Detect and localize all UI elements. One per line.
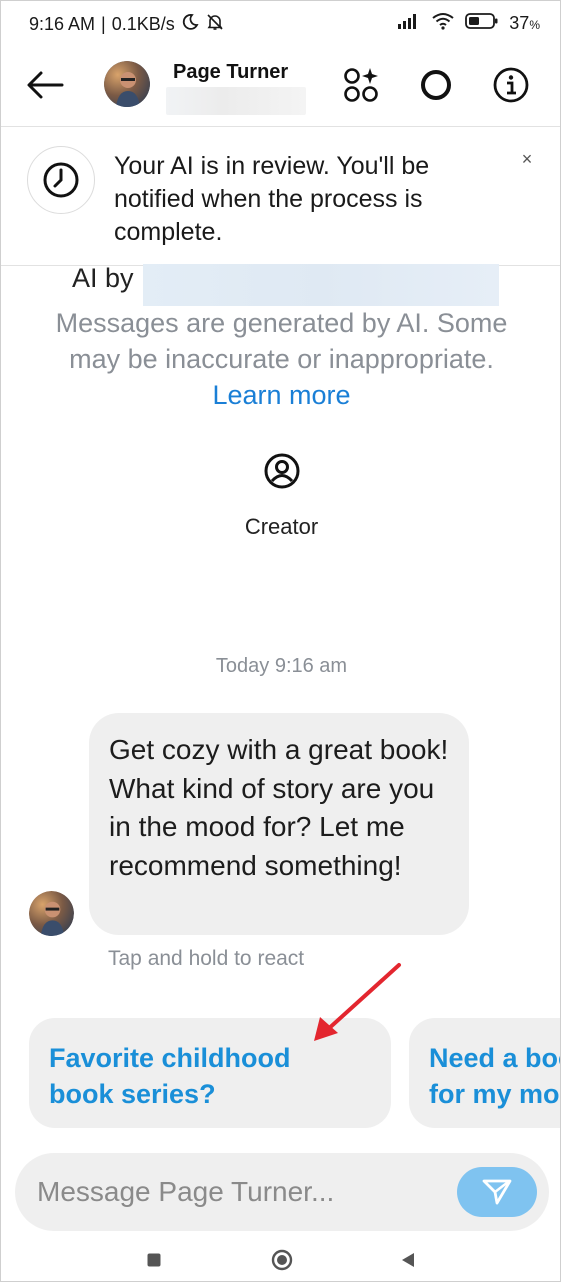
chat-title: Page Turner <box>173 61 289 83</box>
close-banner-button[interactable]: × <box>516 148 538 170</box>
status-time: 9:16 AM <box>29 14 96 34</box>
suggestion-chip[interactable]: Favorite childhood book series? <box>29 1018 391 1128</box>
chat-header: Page Turner <box>1 45 560 127</box>
signal-icon <box>397 12 421 35</box>
battery-percent: 37 <box>509 13 530 33</box>
back-arrow-icon <box>27 71 64 99</box>
message-text: Get cozy with a great book! What kind of… <box>109 734 449 881</box>
send-button[interactable] <box>457 1167 537 1217</box>
message-avatar[interactable] <box>29 891 74 936</box>
review-banner: Your AI is in review. You'll be notified… <box>1 128 560 266</box>
review-message: Your AI is in review. You'll be notified… <box>114 152 430 246</box>
blurred-creator-name <box>143 264 499 306</box>
message-timestamp: Today 9:16 am <box>215 655 348 677</box>
muted-icon <box>205 12 225 37</box>
home-circle-icon <box>271 1249 293 1271</box>
battery-icon <box>465 12 499 35</box>
ai-studio-icon <box>344 68 378 102</box>
home-button[interactable] <box>267 1245 297 1275</box>
system-nav-bar <box>1 1237 560 1281</box>
creator-label[interactable]: Creator <box>1 514 560 540</box>
blurred-subtitle <box>166 87 306 115</box>
back-button[interactable] <box>23 63 67 107</box>
moon-icon <box>181 13 199 36</box>
suggestion-text: Need a book for my mood <box>429 1043 560 1109</box>
send-icon <box>482 1179 512 1205</box>
square-icon <box>147 1253 161 1267</box>
wifi-icon <box>431 12 455 35</box>
ai-message-bubble[interactable]: Get cozy with a great book! What kind of… <box>89 713 469 935</box>
phone-screen: 9:16 AM | 0.1KB/s 37% Page Turner Your A… <box>0 0 561 1282</box>
triangle-back-icon <box>402 1253 414 1267</box>
status-bar: 9:16 AM | 0.1KB/s 37% <box>1 1 560 45</box>
back-nav-button[interactable] <box>393 1245 423 1275</box>
theme-button[interactable] <box>414 63 458 107</box>
creator-profile-icon[interactable] <box>263 452 301 490</box>
info-icon <box>493 67 529 103</box>
ai-by-label: AI by <box>72 263 134 293</box>
message-composer <box>15 1153 549 1231</box>
recents-button[interactable] <box>139 1245 169 1275</box>
theme-icon <box>421 70 451 100</box>
suggestion-text: Favorite childhood book series? <box>49 1043 291 1109</box>
avatar[interactable] <box>104 61 150 107</box>
learn-more-link[interactable]: Learn more <box>212 380 350 410</box>
message-input[interactable] <box>37 1153 447 1231</box>
info-button[interactable] <box>489 63 533 107</box>
ai-disclaimer: Messages are generated by AI. Some may b… <box>41 305 522 413</box>
ai-studio-button[interactable] <box>339 63 383 107</box>
react-hint: Tap and hold to react <box>108 947 305 970</box>
close-icon: × <box>521 148 533 169</box>
disclaimer-text: Messages are generated by AI. Some may b… <box>55 308 508 374</box>
clock-icon <box>27 146 95 214</box>
network-speed: 0.1KB/s <box>111 14 175 34</box>
suggestion-chip[interactable]: Need a book for my mood <box>409 1018 560 1128</box>
